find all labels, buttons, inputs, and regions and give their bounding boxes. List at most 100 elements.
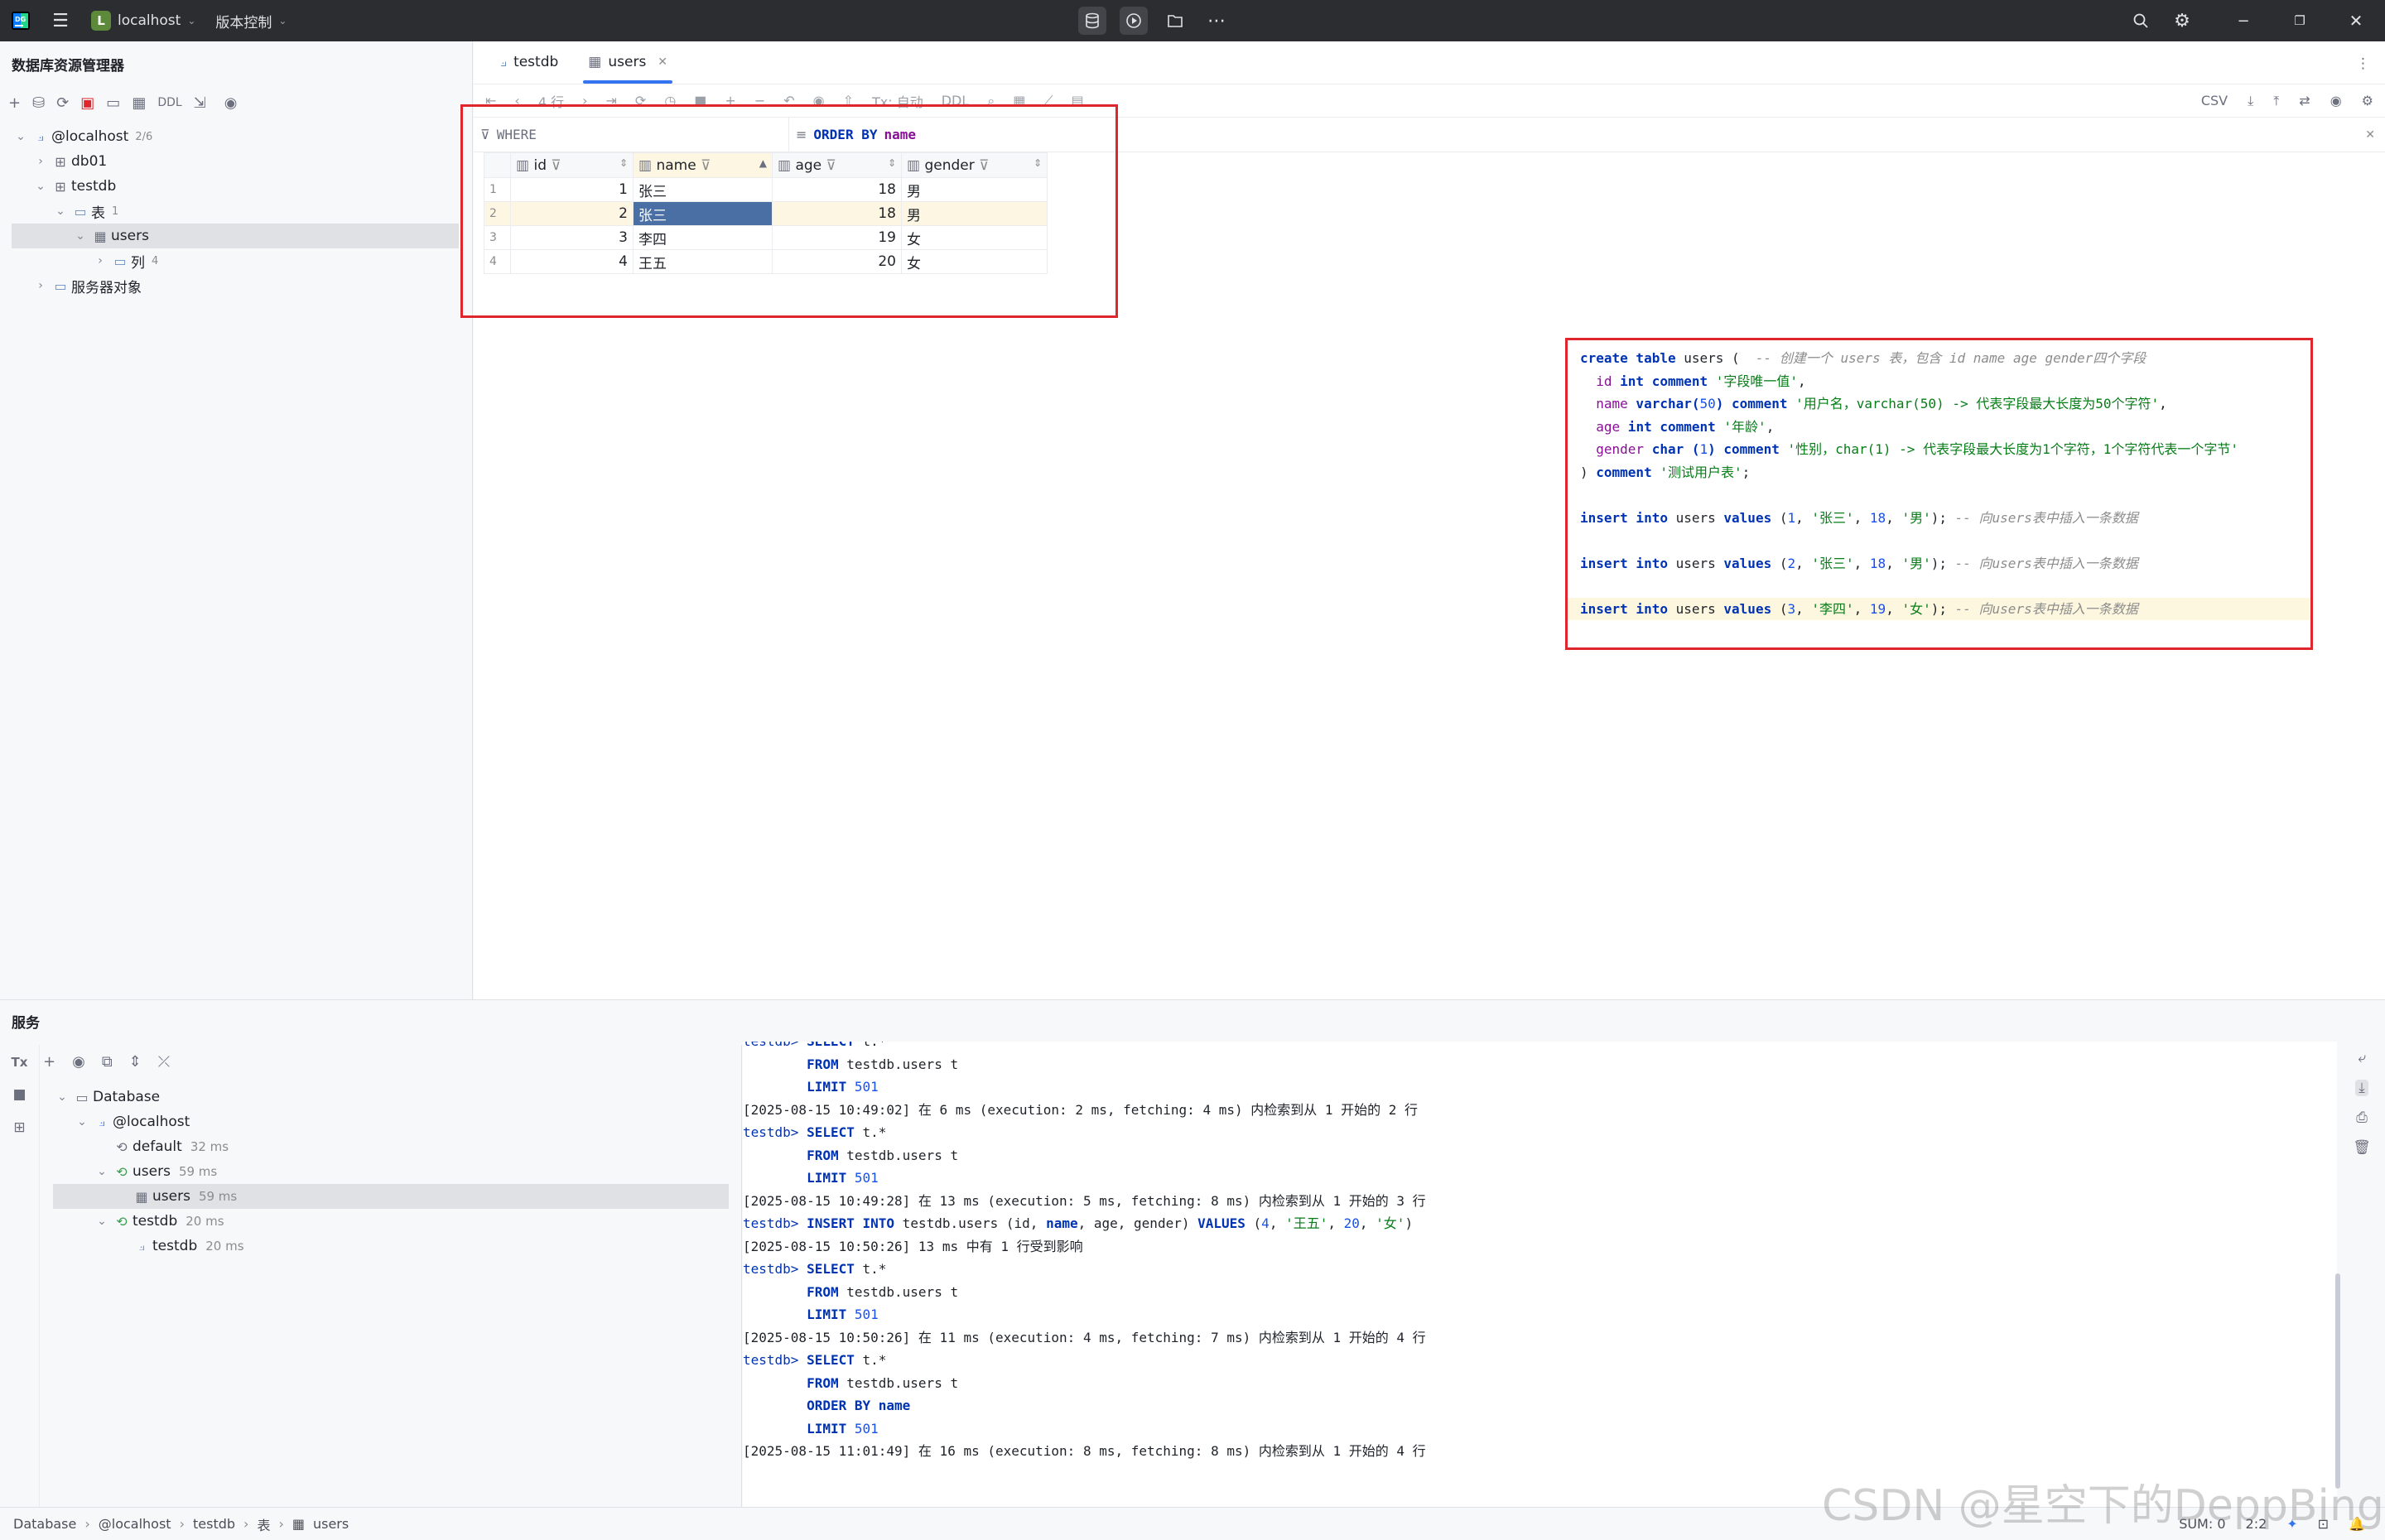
print-icon[interactable]: ⎙ [2356, 1109, 2368, 1126]
console-log: [2025-08-15 10:50:26] 13 ms 中有 1 行受到影响 [743, 1238, 1083, 1254]
breadcrumb-item[interactable]: users [313, 1516, 349, 1532]
chevron-down-icon[interactable]: ⌄ [93, 1165, 111, 1178]
close-icon[interactable]: ✕ [2342, 7, 2370, 35]
title-bar: DG ☰ L localhost ⌄ 版本控制 ⌄ ⋯ ⚙ − ❐ ✕ [0, 0, 2385, 41]
service-item-users-session[interactable]: ⌄ ⟲ users 59 ms [40, 1159, 741, 1184]
tree-label: testdb [152, 1238, 198, 1254]
minimize-icon[interactable]: − [2229, 7, 2257, 35]
datasource-properties-icon[interactable]: ⛁ [32, 94, 45, 112]
tree-item-tables-folder[interactable]: ⌄ ▭ 表 1 [0, 199, 472, 224]
chevron-down-icon: ⌄ [278, 15, 287, 26]
tx-button[interactable]: Tx [12, 1055, 28, 1070]
tree-label: users [132, 1163, 171, 1180]
settings-gear-icon[interactable]: ⚙ [2168, 7, 2196, 35]
service-item-users-table[interactable]: ▦ users 59 ms [53, 1184, 729, 1209]
trash-icon[interactable]: 🗑 [2353, 1139, 2371, 1156]
close-tab-icon[interactable]: ✕ [658, 55, 667, 69]
project-selector[interactable]: L localhost ⌄ [91, 11, 195, 31]
new-tab-icon[interactable]: ⧉ [102, 1053, 113, 1071]
console-scrollbar[interactable] [2335, 1273, 2340, 1489]
datasource-icon: ⟓ [37, 128, 44, 144]
table-icon: ▦ [94, 228, 107, 244]
tree-label: testdb [132, 1213, 178, 1230]
tree-item-db01[interactable]: › ⊞ db01 [0, 149, 472, 174]
ddl-button[interactable]: DDL [157, 96, 181, 109]
services-panel: 服务 Tx ■ ⊞ + ◉ ⧉ ⇕ ⤫ ⌄ ▭ Database ⌄ ⟓ @lo… [0, 999, 2385, 1508]
close-filter-icon[interactable]: ✕ [2365, 128, 2385, 142]
duration: 20 ms [205, 1239, 244, 1254]
tree-item-columns-folder[interactable]: › ▭ 列 4 [0, 248, 472, 273]
table-icon: ▦ [135, 1188, 148, 1205]
view-icon[interactable]: ◉ [72, 1053, 85, 1071]
console-line: LIMIT 501 [807, 1170, 879, 1186]
soft-wrap-icon[interactable]: ⤶ [2358, 1050, 2366, 1066]
service-item-default[interactable]: ⟲ default 32 ms [40, 1134, 741, 1159]
stop-icon[interactable]: ■ [12, 1086, 26, 1103]
tab-testdb[interactable]: ⟓ testdb [485, 41, 573, 84]
chevron-right-icon[interactable]: › [91, 254, 109, 267]
add-icon[interactable]: + [43, 1053, 55, 1071]
service-item-testdb-console[interactable]: ⟓ testdb 20 ms [40, 1234, 741, 1258]
console-output[interactable]: testdb> SELECT t.* FROM testdb.users t L… [743, 1042, 2337, 1508]
console-line: LIMIT 501 [807, 1079, 879, 1095]
chevron-down-icon[interactable]: ⌄ [93, 1215, 111, 1228]
chevron-down-icon[interactable]: ⌄ [53, 1090, 71, 1104]
annotation-box-sql [1565, 338, 2313, 650]
duration: 20 ms [186, 1214, 224, 1229]
search-icon[interactable] [2127, 7, 2155, 35]
view-options-icon[interactable]: ◉ [224, 94, 238, 112]
collapse-all-icon[interactable]: ⤫ [158, 1053, 170, 1071]
tree-label: db01 [71, 153, 108, 170]
tree-item-testdb[interactable]: ⌄ ⊞ testdb [0, 174, 472, 199]
layout-icon[interactable]: ⊞ [13, 1119, 25, 1136]
add-icon[interactable]: + [8, 94, 21, 112]
console-line: FROM testdb.users t [807, 1056, 959, 1072]
tree-item-server-objects[interactable]: › ▭ 服务器对象 [0, 273, 472, 298]
expand-all-icon[interactable]: ⇕ [129, 1053, 142, 1071]
chevron-right-icon[interactable]: › [31, 155, 50, 168]
tree-item-localhost[interactable]: ⌄ ⟓ @localhost 2/6 [0, 124, 472, 149]
restore-icon[interactable]: ❐ [2286, 7, 2314, 35]
tab-users[interactable]: ▦ users ✕ [573, 41, 682, 84]
tree-item-users[interactable]: ⌄ ▦ users [12, 224, 459, 248]
view-icon[interactable]: ◉ [2330, 93, 2342, 109]
disconnect-icon[interactable]: ▣ [80, 94, 94, 112]
breadcrumb-item[interactable]: @localhost [99, 1516, 171, 1532]
chevron-down-icon[interactable]: ⌄ [12, 130, 30, 143]
main-menu-icon[interactable]: ☰ [46, 7, 75, 35]
breadcrumb-item[interactable]: Database [13, 1516, 76, 1532]
service-item-database[interactable]: ⌄ ▭ Database [40, 1085, 741, 1109]
export-format[interactable]: CSV [2201, 93, 2228, 109]
breadcrumb-item[interactable]: 表 [257, 1514, 270, 1534]
session-icon: ⟲ [116, 1213, 128, 1230]
duration: 59 ms [178, 1164, 218, 1179]
compare-icon[interactable]: ⇄ [2299, 93, 2310, 109]
chevron-down-icon[interactable]: ⌄ [71, 229, 89, 243]
breadcrumb-item[interactable]: testdb [193, 1516, 235, 1532]
upload-icon[interactable]: ⤒ [2273, 93, 2279, 109]
more-icon[interactable]: ⋯ [1202, 7, 1231, 35]
explorer-toolbar: + ⛁ ⟳ ▣ ▭ ▦ DDL ⇲ ◉ [0, 86, 472, 119]
settings-gear-icon[interactable]: ⚙ [2362, 93, 2373, 109]
services-icon[interactable] [1120, 7, 1148, 35]
service-item-localhost[interactable]: ⌄ ⟓ @localhost [40, 1109, 741, 1134]
service-item-testdb-session[interactable]: ⌄ ⟲ testdb 20 ms [40, 1209, 741, 1234]
folder-icon[interactable] [1161, 7, 1189, 35]
more-vertical-icon[interactable]: ⋮ [2341, 55, 2385, 84]
download-icon[interactable]: ⤓ [2248, 93, 2253, 109]
app-logo-icon[interactable]: DG [0, 11, 41, 31]
jump-icon[interactable]: ⇲ [194, 94, 206, 112]
chevron-down-icon[interactable]: ⌄ [31, 180, 50, 193]
database-icon[interactable] [1078, 7, 1106, 35]
chevron-right-icon[interactable]: › [31, 279, 50, 292]
refresh-icon[interactable]: ⟳ [56, 94, 69, 112]
tab-label: testdb [513, 54, 559, 70]
vcs-selector[interactable]: 版本控制 ⌄ [215, 11, 287, 31]
chevron-down-icon[interactable]: ⌄ [51, 205, 70, 218]
console-icon[interactable]: ▭ [106, 94, 120, 112]
chevron-down-icon[interactable]: ⌄ [73, 1115, 91, 1129]
table-editor-icon[interactable]: ▦ [132, 94, 146, 112]
scroll-to-end-icon[interactable]: ⤓ [2355, 1080, 2368, 1096]
tree-label: Database [93, 1089, 161, 1105]
console-log: [2025-08-15 11:01:49] 在 16 ms (execution… [743, 1443, 1426, 1459]
